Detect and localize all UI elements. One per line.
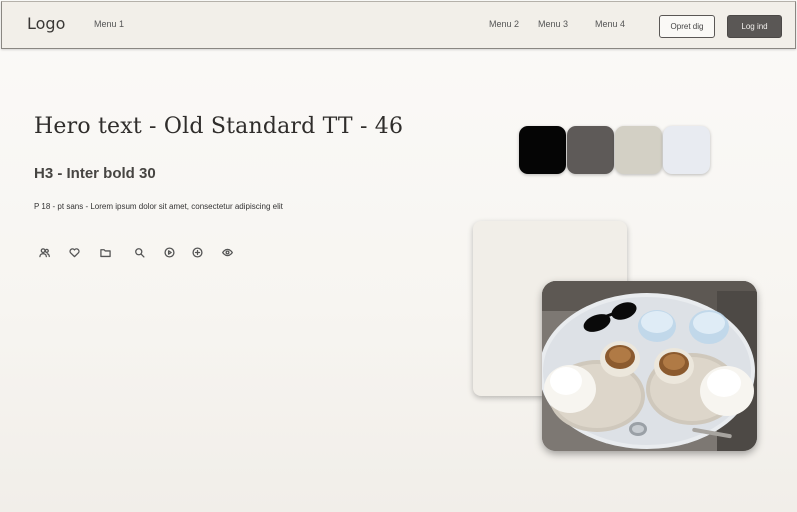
color-swatch-black bbox=[519, 126, 566, 174]
paragraph-text: P 18 - pt sans - Lorem ipsum dolor sit a… bbox=[34, 202, 283, 211]
folder-icon[interactable] bbox=[98, 245, 112, 259]
eye-icon[interactable] bbox=[220, 245, 234, 259]
search-icon[interactable] bbox=[132, 245, 146, 259]
color-swatch-beige bbox=[615, 126, 662, 174]
play-circle-icon[interactable] bbox=[162, 245, 176, 259]
menu-item-3[interactable]: Menu 3 bbox=[538, 19, 568, 29]
menu-item-2[interactable]: Menu 2 bbox=[489, 19, 519, 29]
heart-icon[interactable] bbox=[67, 245, 81, 259]
users-icon[interactable] bbox=[37, 245, 51, 259]
color-swatch-light-blue bbox=[663, 126, 710, 174]
cafe-table-photo bbox=[542, 281, 757, 451]
logo[interactable]: Logo bbox=[27, 14, 65, 33]
menu-item-1[interactable]: Menu 1 bbox=[94, 19, 124, 29]
hero-text: Hero text - Old Standard TT - 46 bbox=[34, 114, 404, 139]
signup-button[interactable]: Opret dig bbox=[659, 15, 715, 38]
login-button[interactable]: Log ind bbox=[727, 15, 782, 38]
plus-circle-icon[interactable] bbox=[190, 245, 204, 259]
color-swatch-dark-gray bbox=[567, 126, 614, 174]
h3-heading: H3 - Inter bold 30 bbox=[34, 165, 156, 182]
menu-item-4[interactable]: Menu 4 bbox=[595, 19, 625, 29]
top-navbar: Logo Menu 1 Menu 2 Menu 3 Menu 4 Opret d… bbox=[1, 1, 796, 49]
photo-illustration bbox=[542, 281, 757, 451]
